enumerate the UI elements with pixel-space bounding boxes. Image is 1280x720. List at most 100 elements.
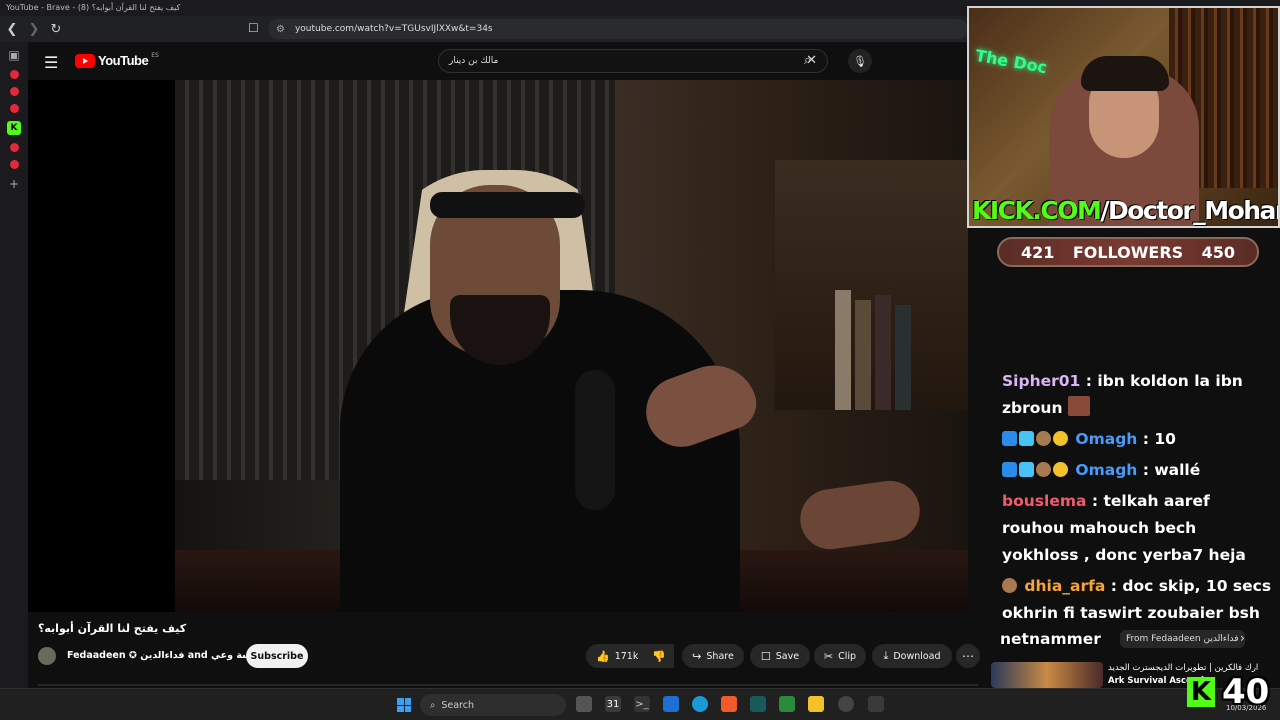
download-button[interactable]: ⤓ Download <box>872 644 952 668</box>
share-icon: ↪ <box>692 649 702 663</box>
app-icon-3[interactable] <box>868 696 884 712</box>
kick-channel-url: KICK.COM/Doctor_Mohamed <box>972 196 1278 225</box>
speaker-hand-left <box>796 476 924 554</box>
chat-username: dhia_arfa <box>1024 577 1106 595</box>
follower-goal-bar: 421 FOLLOWERS 450 <box>997 237 1259 267</box>
thumbs-down-icon: 👎 <box>652 649 666 663</box>
video-frame <box>175 80 968 612</box>
browser-sidebar: ▣ K + <box>0 42 28 688</box>
download-icon: ⤓ <box>883 649 889 662</box>
youtube-play-icon <box>75 53 95 68</box>
badge-icon <box>1019 431 1034 446</box>
share-label: Share <box>706 650 734 662</box>
app-icon[interactable] <box>750 696 766 712</box>
sidebar-youtube-icon-5[interactable] <box>9 160 19 169</box>
share-button[interactable]: ↪ Share <box>682 644 744 668</box>
channel-avatar[interactable] <box>38 647 56 665</box>
chat-username: Sipher01 <box>1002 372 1081 390</box>
kick-channel-path: /Doctor_Mohamed <box>1100 196 1278 225</box>
followers-current: 421 <box>1021 242 1055 262</box>
save-icon: ☐ <box>760 649 771 663</box>
download-label: Download <box>893 650 941 662</box>
sidebar-kick-icon[interactable]: K <box>7 121 21 135</box>
like-count: 171k <box>614 650 639 662</box>
badge-icon <box>1053 462 1068 477</box>
brave-icon[interactable] <box>721 696 737 712</box>
channel-name[interactable]: Fedaadeen ✪ فداءالدين and مؤسسة وعي <box>67 650 273 661</box>
chat-text: : 10 <box>1142 430 1176 448</box>
taskbar-search[interactable]: ⌕ Search <box>420 694 566 716</box>
clip-label: Clip <box>838 650 857 662</box>
more-icon: ⋯ <box>962 649 974 663</box>
save-button[interactable]: ☐ Save <box>750 644 810 668</box>
hamburger-menu-icon[interactable]: ☰ <box>44 53 58 72</box>
badge-icon <box>1036 462 1051 477</box>
recommended-thumbnail[interactable] <box>991 662 1103 688</box>
badge-icon <box>1019 462 1034 477</box>
sidebar-youtube-icon[interactable] <box>9 70 19 79</box>
bookshelf <box>775 160 968 410</box>
chat-username: Omagh <box>1075 430 1138 448</box>
streamer-hair <box>1081 56 1169 91</box>
badge-icon <box>1053 431 1068 446</box>
chat-overlay: Sipher01 : ibn koldon la ibn zbroun Omag… <box>1002 368 1274 631</box>
site-info-icon[interactable]: ⚙ <box>276 24 285 35</box>
dislike-button[interactable]: 👎 <box>646 644 672 668</box>
taskbar: ⌕ Search 31 >_ 10/03/2026 <box>0 688 1280 720</box>
streamer-webcam: The Doc KICK.COM/Doctor_Mohamed <box>967 6 1280 228</box>
windows-start-icon[interactable] <box>397 698 411 712</box>
chat-username: bouslema <box>1002 492 1087 510</box>
sidebar-youtube-icon-3[interactable] <box>9 104 19 113</box>
viewer-count: 40 <box>1222 672 1270 712</box>
obs-icon[interactable] <box>838 696 854 712</box>
sidebar-add-icon[interactable]: + <box>7 177 21 191</box>
chevron-right-icon[interactable]: › <box>1240 631 1245 645</box>
calendar-icon[interactable]: 31 <box>605 696 621 712</box>
bookmark-icon[interactable]: ☐ <box>248 21 259 35</box>
scissors-icon: ✂ <box>823 649 834 663</box>
terminal-icon[interactable]: >_ <box>634 696 650 712</box>
badge-icon <box>1036 431 1051 446</box>
youtube-logo[interactable]: YouTube ES <box>75 52 159 68</box>
app-icon-2[interactable] <box>779 696 795 712</box>
clip-button[interactable]: ✂ Clip <box>814 644 866 668</box>
badge-icon <box>1002 462 1017 477</box>
neon-sign: The Doc <box>973 45 1049 78</box>
sidebar-youtube-icon-4[interactable] <box>9 143 19 152</box>
reload-icon[interactable]: ↻ <box>46 19 66 39</box>
search-icon[interactable]: ⌕ <box>804 53 811 68</box>
podcast-microphone <box>575 370 615 510</box>
badge-icon <box>1002 431 1017 446</box>
sidebar-youtube-icon-2[interactable] <box>9 87 19 96</box>
url-text: youtube.com/watch?v=TGUsvIJlXXw&t=34s <box>294 24 493 34</box>
video-info: كيف يفتح لنا القرآن أبوابه؟ Fedaadeen ✪ … <box>28 612 980 688</box>
chat-username-partial: netnammer <box>1000 630 1101 648</box>
speaker-agal <box>430 192 585 218</box>
chat-message: dhia_arfa : doc skip, 10 secs okhrin fi … <box>1002 573 1274 627</box>
microphone-icon[interactable]: 🎙 <box>848 49 872 73</box>
back-icon[interactable]: ❮ <box>2 19 22 39</box>
search-input[interactable]: مالك بن دينار ✕ <box>438 49 828 73</box>
video-title: كيف يفتح لنا القرآن أبوابه؟ <box>38 622 187 635</box>
divider <box>38 684 978 686</box>
url-field[interactable]: ⚙ youtube.com/watch?v=TGUsvIJlXXw&t=34s <box>268 19 968 39</box>
chat-message: Omagh : wallé <box>1002 457 1274 484</box>
search-icon: ⌕ <box>430 699 436 711</box>
outlook-icon[interactable] <box>663 696 679 712</box>
more-actions-button[interactable]: ⋯ <box>956 644 980 668</box>
save-label: Save <box>775 650 800 662</box>
task-view-icon[interactable] <box>576 696 592 712</box>
video-player[interactable] <box>28 80 968 612</box>
chip-from-channel[interactable]: From Fedaadeen فداءالدين <box>1120 630 1245 648</box>
edge-icon[interactable] <box>692 696 708 712</box>
followers-label: FOLLOWERS <box>1072 242 1184 262</box>
emote-icon <box>1067 396 1090 416</box>
subscribe-button[interactable]: Subscribe <box>246 644 308 668</box>
forward-icon[interactable]: ❯ <box>24 19 44 39</box>
file-explorer-icon[interactable] <box>808 696 824 712</box>
thumbs-up-icon: 👍 <box>596 649 610 663</box>
country-code: ES <box>151 52 159 59</box>
sidebar-toggle-icon[interactable]: ▣ <box>7 48 21 62</box>
badge-icon <box>1002 578 1017 593</box>
youtube-logo-text: YouTube <box>98 53 149 68</box>
